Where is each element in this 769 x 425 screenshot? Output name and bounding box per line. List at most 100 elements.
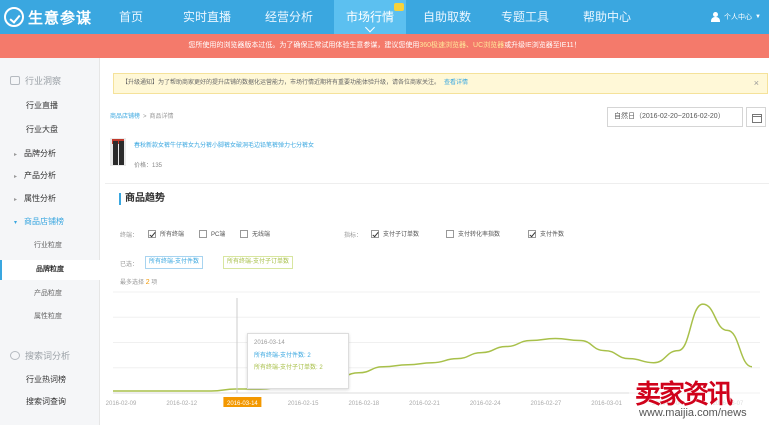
chart-tooltip: 2016-03-14 所有终端-支付件数: 2 所有终端-支付子订单数: 2 — [247, 333, 349, 389]
top-nav: 生意参谋 首页 实时直播 经营分析 市场行情 自助取数 专题工具 帮助中心 个人… — [0, 0, 769, 34]
checkbox-checked-icon — [148, 229, 156, 238]
sidebar-item-label: 属性分析 — [24, 194, 56, 203]
x-tick-label: 2016-02-09 — [106, 401, 137, 407]
sidebar-item-industry-overview[interactable]: 行业大盘 — [0, 120, 100, 140]
user-icon — [711, 12, 721, 22]
nav-item-self-service[interactable]: 自助取数 — [414, 0, 480, 34]
sidebar-item-attribute-granularity[interactable]: 属性粒度 — [0, 307, 100, 327]
checkbox-label: 支付转化率指数 — [458, 232, 501, 238]
checkbox-empty-icon — [199, 229, 207, 238]
calendar-icon[interactable] — [746, 107, 766, 127]
sidebar-item-search-query[interactable]: 搜索词查询 — [0, 392, 100, 412]
expand-triangle-icon: ▸ — [14, 197, 18, 203]
notice-text: 【升级通知】为了帮助商家更好的提升店铺的数据化运营能力，市场行情近期将有重要功能… — [122, 80, 441, 86]
sidebar-item-hot-words[interactable]: 行业热词榜 — [0, 370, 100, 390]
nav-item-home[interactable]: 首页 — [104, 0, 158, 34]
notice-details-link[interactable]: 查看详情 — [444, 80, 468, 86]
checkbox-all-terminals[interactable]: 所有终端 — [148, 229, 184, 238]
selection-count-number: 2 — [145, 279, 150, 286]
breadcrumb-separator: > — [143, 114, 147, 120]
sidebar-item-product-granularity[interactable]: 产品粒度 — [0, 284, 100, 304]
x-tick-label: 2016-02-18 — [348, 401, 379, 407]
breadcrumb-current: 商品详情 — [149, 114, 174, 120]
new-badge-icon — [394, 3, 404, 11]
sidebar-section-label: 行业洞察 — [25, 76, 62, 86]
checkbox-checked-icon — [528, 229, 536, 238]
thumbnail-leg-shape — [119, 141, 124, 165]
sidebar-section-industry: 行业洞察 — [10, 74, 61, 87]
checkbox-paid-suborders[interactable]: 支付子订单数 — [371, 229, 419, 238]
sidebar-item-label: 品牌分析 — [24, 149, 56, 158]
nav-item-market[interactable]: 市场行情 — [334, 0, 406, 34]
nav-item-live[interactable]: 实时直播 — [172, 0, 242, 34]
checkbox-checked-icon — [371, 229, 379, 238]
sidebar: 行业洞察 行业直播 行业大盘 ▸ 品牌分析 ▸ 产品分析 ▸ 属性分析 ▾ 商品店铺榜 … — [0, 58, 100, 425]
expand-triangle-icon: ▸ — [14, 174, 18, 180]
breadcrumb: 商品店铺榜 > 商品详情 — [110, 111, 174, 120]
breadcrumb-parent-link[interactable]: 商品店铺榜 — [110, 114, 140, 120]
selected-tag-paid-items[interactable]: 所有终端-支付件数 — [145, 256, 203, 269]
watermark-url: www.maijia.com/news — [639, 407, 747, 419]
x-tick-label: 2016-03-14 — [227, 401, 258, 407]
sidebar-item-product-shop-rank[interactable]: ▾ 商品店铺榜 — [0, 212, 100, 232]
search-icon — [10, 351, 20, 360]
user-label: 个人中心 — [724, 14, 753, 21]
watermark-logo: 卖家资讯 — [635, 379, 733, 409]
x-tick-label: 2016-02-12 — [166, 401, 197, 407]
thumbnail-leg-shape — [113, 141, 118, 165]
sidebar-item-industry-live[interactable]: 行业直播 — [0, 96, 100, 116]
product-trend-section: 商品趋势 — [105, 183, 769, 213]
selected-tag-paid-suborders[interactable]: 所有终端-支付子订单数 — [223, 256, 293, 269]
tooltip-series-paid-suborders: 所有终端-支付子订单数: 2 — [254, 365, 323, 371]
checkbox-pc[interactable]: PC端 — [199, 229, 225, 238]
expand-triangle-icon: ▸ — [14, 152, 18, 158]
sidebar-item-brand-analysis[interactable]: ▸ 品牌分析 — [0, 144, 100, 164]
checkbox-wireless[interactable]: 无线端 — [240, 229, 270, 238]
warning-text-after: 或升级IE浏览器至IE11！ — [504, 42, 581, 49]
x-tick-label: 2016-03-01 — [591, 401, 622, 407]
checkbox-empty-icon — [240, 229, 248, 238]
x-tick-label: 2016-02-24 — [470, 401, 501, 407]
tooltip-series-paid-items: 所有终端-支付件数: 2 — [254, 353, 311, 359]
checkbox-conversion-index[interactable]: 支付转化率指数 — [446, 229, 500, 238]
sidebar-item-industry-granularity[interactable]: 行业粒度 — [0, 236, 100, 256]
checkbox-empty-icon — [446, 229, 454, 238]
terminal-filter-label: 终端： — [120, 233, 139, 239]
checkbox-label: 支付子订单数 — [383, 232, 420, 238]
warning-text-before: 您所使用的浏览器版本过低。为了确保正常试用体验生意参谋，建议您使用 — [188, 42, 420, 49]
user-menu[interactable]: 个人中心 ▼ — [711, 0, 761, 34]
checkbox-label: PC端 — [211, 232, 226, 238]
collapse-triangle-icon: ▾ — [14, 220, 18, 226]
checkbox-paid-items[interactable]: 支付件数 — [528, 229, 564, 238]
selection-count-prefix: 最多选择 — [120, 280, 145, 286]
monitor-icon — [10, 76, 20, 85]
logo-check-icon — [4, 7, 24, 27]
sidebar-item-label: 产品分析 — [24, 171, 56, 180]
section-title: 商品趋势 — [119, 193, 165, 205]
product-title-link[interactable]: 春秋新款女裤牛仔裤女九分裤小脚裤女破洞毛边铅笔裤弹力七分裤女 — [134, 140, 314, 149]
browser-warning-bar: 您所使用的浏览器版本过低。为了确保正常试用体验生意参谋，建议您使用360极速浏览… — [0, 34, 769, 58]
x-tick-label: 2016-02-15 — [288, 401, 319, 407]
selection-count-note: 最多选择 2 项 — [120, 277, 157, 286]
nav-item-help[interactable]: 帮助中心 — [574, 0, 640, 34]
logo-text: 生意参谋 — [28, 9, 93, 27]
date-range-select[interactable]: 自然日（2016-02-20~2016-02-20） — [607, 107, 743, 127]
nav-item-business-analysis[interactable]: 经营分析 — [254, 0, 324, 34]
sidebar-item-product-analysis[interactable]: ▸ 产品分析 — [0, 166, 100, 186]
tooltip-date: 2016-03-14 — [254, 340, 285, 346]
x-tick-label: 2016-02-21 — [409, 401, 440, 407]
checkbox-label: 所有终端 — [160, 232, 185, 238]
selection-count-suffix: 项 — [151, 280, 158, 286]
product-thumbnail[interactable] — [110, 138, 126, 166]
sidebar-item-label: 商品店铺榜 — [24, 217, 64, 226]
sidebar-item-attribute-analysis[interactable]: ▸ 属性分析 — [0, 189, 100, 209]
close-icon[interactable]: × — [754, 74, 759, 93]
upgrade-notice: 【升级通知】为了帮助商家更好的提升店铺的数据化运营能力，市场行情近期将有重要功能… — [113, 73, 768, 94]
checkbox-label: 支付件数 — [540, 232, 565, 238]
logo[interactable]: 生意参谋 — [4, 4, 92, 30]
nav-item-topic-tools[interactable]: 专题工具 — [492, 0, 558, 34]
sidebar-item-brand-granularity[interactable]: 品牌粒度 — [0, 260, 100, 280]
product-price: 价格：135 — [134, 163, 163, 169]
x-tick-label: 2016-02-27 — [531, 401, 562, 407]
warning-browsers-link[interactable]: 360极速浏览器、UC浏览器 — [419, 42, 504, 49]
